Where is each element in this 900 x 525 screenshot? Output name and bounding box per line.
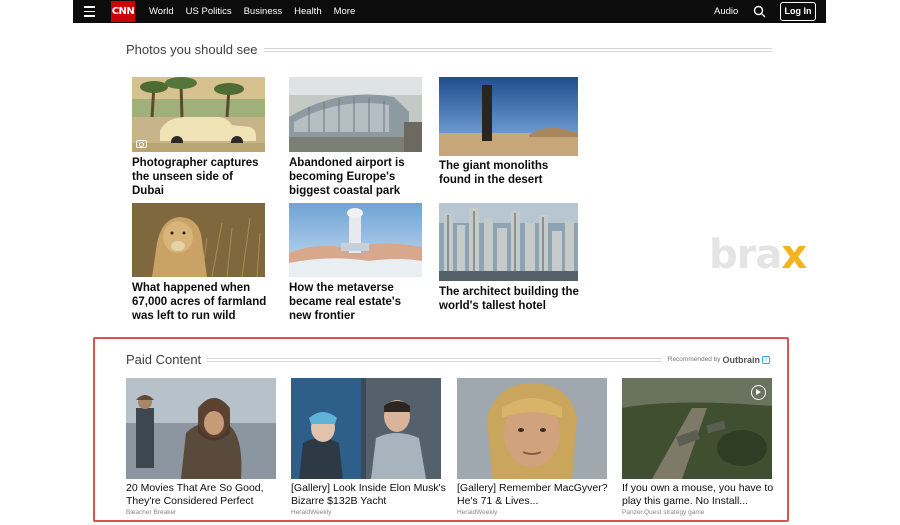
- photo-monolith-image[interactable]: [439, 77, 578, 156]
- section-title: Paid Content: [126, 352, 202, 367]
- paid-yacht-image[interactable]: [291, 378, 441, 479]
- nav-item-world[interactable]: World: [149, 6, 174, 17]
- paid-card-source: Bleacher Breaker: [126, 509, 177, 516]
- login-button[interactable]: Log In: [780, 2, 816, 21]
- brax-watermark-logo: brax: [709, 232, 807, 278]
- paid-card-source: Panzer.Quest strategy game: [622, 509, 705, 516]
- paid-macgyver-image[interactable]: [457, 378, 607, 479]
- menu-icon[interactable]: [84, 6, 95, 17]
- section-title: Photos you should see: [126, 42, 258, 57]
- photo-metaverse-image[interactable]: [289, 203, 422, 277]
- nav-item-more[interactable]: More: [334, 6, 356, 17]
- camera-icon: [136, 140, 147, 148]
- nav-item-health[interactable]: Health: [294, 6, 321, 17]
- paid-card-source: HeraldWeekly: [291, 509, 332, 516]
- photo-caption[interactable]: Abandoned airport is becoming Europe's b…: [289, 156, 424, 198]
- paid-card-title[interactable]: [Gallery] Look Inside Elon Musk's Bizarr…: [291, 482, 451, 508]
- photo-caption[interactable]: The architect building the world's talle…: [439, 285, 579, 313]
- photo-lioness-image[interactable]: [132, 203, 265, 277]
- paid-game-image[interactable]: [622, 378, 772, 479]
- paid-card-title[interactable]: If you own a mouse, you have to play thi…: [622, 482, 777, 508]
- photo-airport-image[interactable]: [289, 77, 422, 152]
- nav-item-us-politics[interactable]: US Politics: [186, 6, 232, 17]
- top-nav: CNN World US Politics Business Health Mo…: [73, 0, 826, 23]
- photo-caption[interactable]: Photographer captures the unseen side of…: [132, 156, 267, 198]
- photo-caption[interactable]: How the metaverse became real estate's n…: [289, 281, 424, 323]
- replay-icon[interactable]: [751, 385, 766, 400]
- section-divider: [263, 47, 772, 52]
- nav-links: World US Politics Business Health More: [149, 0, 367, 23]
- search-icon[interactable]: [753, 5, 766, 18]
- paid-movie-image[interactable]: [126, 378, 276, 479]
- photo-skyscraper-image[interactable]: [439, 203, 578, 281]
- outbrain-logo: Outbrain: [722, 354, 761, 365]
- photo-caption[interactable]: The giant monoliths found in the desert: [439, 159, 579, 187]
- paid-card-title[interactable]: [Gallery] Remember MacGyver? He's 71 & L…: [457, 482, 612, 508]
- photo-dubai-image[interactable]: [132, 77, 265, 152]
- paid-card-source: HeraldWeekly: [457, 509, 498, 516]
- photo-caption[interactable]: What happened when 67,000 acres of farml…: [132, 281, 267, 323]
- photos-section-header: Photos you should see: [126, 42, 772, 57]
- section-divider: [207, 357, 662, 362]
- audio-link[interactable]: Audio: [714, 6, 738, 17]
- adchoices-icon[interactable]: i: [762, 355, 770, 364]
- paid-section-header: Paid Content Recommended by Outbrain i: [126, 352, 770, 367]
- cnn-logo[interactable]: CNN: [111, 1, 135, 22]
- nav-item-business[interactable]: Business: [244, 6, 283, 17]
- outbrain-attribution[interactable]: Recommended by Outbrain i: [668, 355, 770, 365]
- recommended-by-label: Recommended by: [667, 356, 721, 363]
- paid-card-title[interactable]: 20 Movies That Are So Good, They're Cons…: [126, 482, 281, 508]
